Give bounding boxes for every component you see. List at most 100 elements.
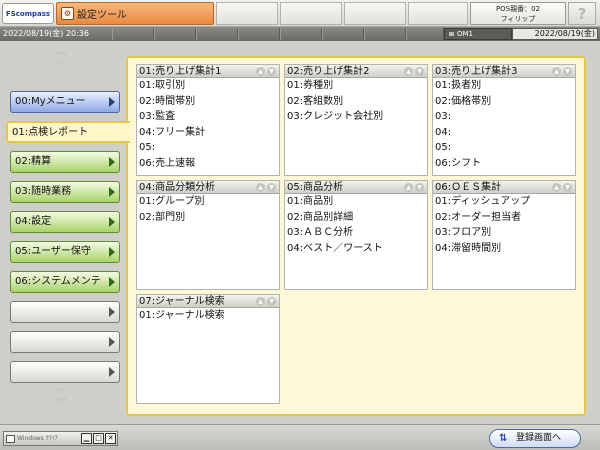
register-screen-label: 登録画面へ xyxy=(516,433,562,443)
menu-panel: 05:商品分析 ▲ ▼ 01:商品別 02:商品別詳細 03:ＡＢＣ分析 04:… xyxy=(284,180,428,290)
operation-mode: OM1 xyxy=(444,28,512,40)
header-slot xyxy=(408,2,468,25)
maximize-icon[interactable]: □ xyxy=(93,433,104,444)
register-screen-button[interactable]: ⇅ 登録画面へ xyxy=(489,429,581,448)
panel-scroll-up-icon[interactable]: ▲ xyxy=(552,183,561,192)
menu-panel: 01:売り上げ集計1 ▲ ▼ 01:取引別 02:時間帯別 03:監査 04:フ… xyxy=(136,64,280,176)
chevron-right-icon xyxy=(109,247,115,257)
menu-item[interactable]: 03:ＡＢＣ分析 xyxy=(287,225,427,241)
help-button[interactable]: ? xyxy=(568,2,596,25)
sidebar-item-label: 01:点検レポート xyxy=(12,127,89,138)
status-slot xyxy=(364,28,406,40)
menu-item[interactable]: 02:価格帯別 xyxy=(435,94,575,110)
footer-bar: Windows ｸﾗｲｱ ▁ □ ✕ ⇅ 登録画面へ xyxy=(0,424,600,450)
windows-client-bar[interactable]: Windows ｸﾗｲｱ ▁ □ ✕ xyxy=(3,431,118,446)
sidebar-item-settings[interactable]: 04:設定 xyxy=(10,211,120,233)
menu-panel: 04:商品分類分析 ▲ ▼ 01:グループ別 02:部門別 xyxy=(136,180,280,290)
chevron-right-icon xyxy=(109,367,115,377)
sidebar-item-label: 04:設定 xyxy=(15,216,52,227)
panel-title: 06:ＯＥＳ集計 ▲ ▼ xyxy=(433,181,575,194)
menu-item[interactable]: 04:滞留時間別 xyxy=(435,241,575,257)
chevron-right-icon xyxy=(109,97,115,107)
sidebar-item-label: 00:Myメニュー xyxy=(15,96,86,107)
panel-scroll-down-icon[interactable]: ▼ xyxy=(415,67,424,76)
tool-icon: ⚙ xyxy=(61,7,74,20)
panel-scroll-down-icon[interactable]: ▼ xyxy=(267,67,276,76)
status-slot xyxy=(154,28,196,40)
switch-arrows-icon: ⇅ xyxy=(499,433,508,444)
menu-item[interactable]: 03:クレジット会社別 xyxy=(287,109,427,125)
close-icon[interactable]: ✕ xyxy=(105,433,116,444)
panel-scroll-down-icon[interactable]: ▼ xyxy=(563,183,572,192)
menu-item[interactable]: 01:券種別 xyxy=(287,78,427,94)
menu-item[interactable]: 03:フロア別 xyxy=(435,225,575,241)
app-title-tab: ⚙ 設定ツール xyxy=(56,2,214,25)
sidebar-item-user-maintenance[interactable]: 05:ユーザー保守 xyxy=(10,241,120,263)
panel-scroll-up-icon[interactable]: ▲ xyxy=(404,183,413,192)
menu-item[interactable]: 02:時間帯別 xyxy=(139,94,279,110)
menu-item[interactable]: 01:扱者別 xyxy=(435,78,575,94)
current-datetime: 2022/08/19(金) 20:36 xyxy=(3,29,89,38)
panel-scroll-down-icon[interactable]: ▼ xyxy=(267,297,276,306)
menu-item[interactable]: 01:商品別 xyxy=(287,194,427,210)
menu-item[interactable]: 04:フリー集計 xyxy=(139,125,279,141)
panel-scroll-down-icon[interactable]: ▼ xyxy=(267,183,276,192)
menu-item[interactable]: 01:グループ別 xyxy=(139,194,279,210)
chevron-right-icon xyxy=(109,217,115,227)
pos-user: フィリップ xyxy=(500,15,536,23)
menu-panel: 02:売り上げ集計2 ▲ ▼ 01:券種別 02:客組数別 03:クレジット会社… xyxy=(284,64,428,176)
status-slot xyxy=(238,28,280,40)
sidebar-item-inspection-report[interactable]: 01:点検レポート xyxy=(6,121,130,143)
header-slot xyxy=(344,2,406,25)
status-slot xyxy=(322,28,364,40)
menu-item[interactable]: 04:ベスト／ワースト xyxy=(287,241,427,257)
sidebar-item-empty[interactable] xyxy=(10,301,120,323)
panel-title-text: 02:売り上げ集計2 xyxy=(287,66,370,77)
chevron-right-icon xyxy=(109,277,115,287)
menu-item[interactable]: 03: xyxy=(435,109,575,125)
sidebar-item-system-maintenance[interactable]: 06:システムメンテ xyxy=(10,271,120,293)
panel-scroll-up-icon[interactable]: ▲ xyxy=(256,67,265,76)
sidebar-item-my-menu[interactable]: 00:Myメニュー xyxy=(10,91,120,113)
menu-item[interactable]: 06:シフト xyxy=(435,156,575,172)
menu-item[interactable]: 02:部門別 xyxy=(139,210,279,226)
panel-scroll-down-icon[interactable]: ▼ xyxy=(415,183,424,192)
panel-scroll-up-icon[interactable]: ▲ xyxy=(256,183,265,192)
panel-title-text: 07:ジャーナル検索 xyxy=(139,296,225,307)
panel-title-text: 04:商品分類分析 xyxy=(139,182,216,193)
sidebar-item-empty[interactable] xyxy=(10,331,120,353)
panel-title: 05:商品分析 ▲ ▼ xyxy=(285,181,427,194)
menu-item[interactable]: 01:ジャーナル検索 xyxy=(139,308,279,324)
windows-client-label: Windows ｸﾗｲｱ xyxy=(6,432,58,445)
sidebar-item-adhoc-tasks[interactable]: 03:随時業務 xyxy=(10,181,120,203)
sidebar-item-empty[interactable] xyxy=(10,361,120,383)
status-bar: 2022/08/19(金) 20:36 OM1 2022/08/19(金) xyxy=(0,27,600,41)
app-logo: FScompass xyxy=(2,3,54,24)
menu-item[interactable]: 05: xyxy=(435,140,575,156)
panel-title-text: 05:商品分析 xyxy=(287,182,344,193)
menu-item[interactable]: 01:ディッシュアップ xyxy=(435,194,575,210)
menu-item[interactable]: 02:客組数別 xyxy=(287,94,427,110)
menu-panel: 07:ジャーナル検索 ▲ ▼ 01:ジャーナル検索 xyxy=(136,294,280,404)
menu-item[interactable]: 02:商品別詳細 xyxy=(287,210,427,226)
sidebar-item-settlement[interactable]: 02:精算 xyxy=(10,151,120,173)
status-slot xyxy=(280,28,322,40)
menu-item[interactable]: 01:取引別 xyxy=(139,78,279,94)
chevron-right-icon xyxy=(109,157,115,167)
panel-scroll-up-icon[interactable]: ▲ xyxy=(552,67,561,76)
menu-item[interactable]: 02:オーダー担当者 xyxy=(435,210,575,226)
menu-item[interactable]: 05: xyxy=(139,140,279,156)
menu-item[interactable]: 06:売上速報 xyxy=(139,156,279,172)
minimize-icon[interactable]: ▁ xyxy=(81,433,92,444)
panel-scroll-up-icon[interactable]: ▲ xyxy=(404,67,413,76)
menu-item[interactable]: 04: xyxy=(435,125,575,141)
menu-panel: 03:売り上げ集計3 ▲ ▼ 01:扱者別 02:価格帯別 03: 04: 05… xyxy=(432,64,576,176)
sidebar-item-label: 05:ユーザー保守 xyxy=(15,246,91,257)
panel-scroll-down-icon[interactable]: ▼ xyxy=(563,67,572,76)
header-bar: FScompass ⚙ 設定ツール POS親番：02 フィリップ ? xyxy=(0,0,600,27)
scroll-up-icon[interactable]: ︽ ︿ xyxy=(52,45,70,67)
menu-item[interactable]: 03:監査 xyxy=(139,109,279,125)
panel-scroll-up-icon[interactable]: ▲ xyxy=(256,297,265,306)
scroll-down-icon[interactable]: ﹀ ︾ xyxy=(52,387,70,409)
panel-title: 02:売り上げ集計2 ▲ ▼ xyxy=(285,65,427,78)
